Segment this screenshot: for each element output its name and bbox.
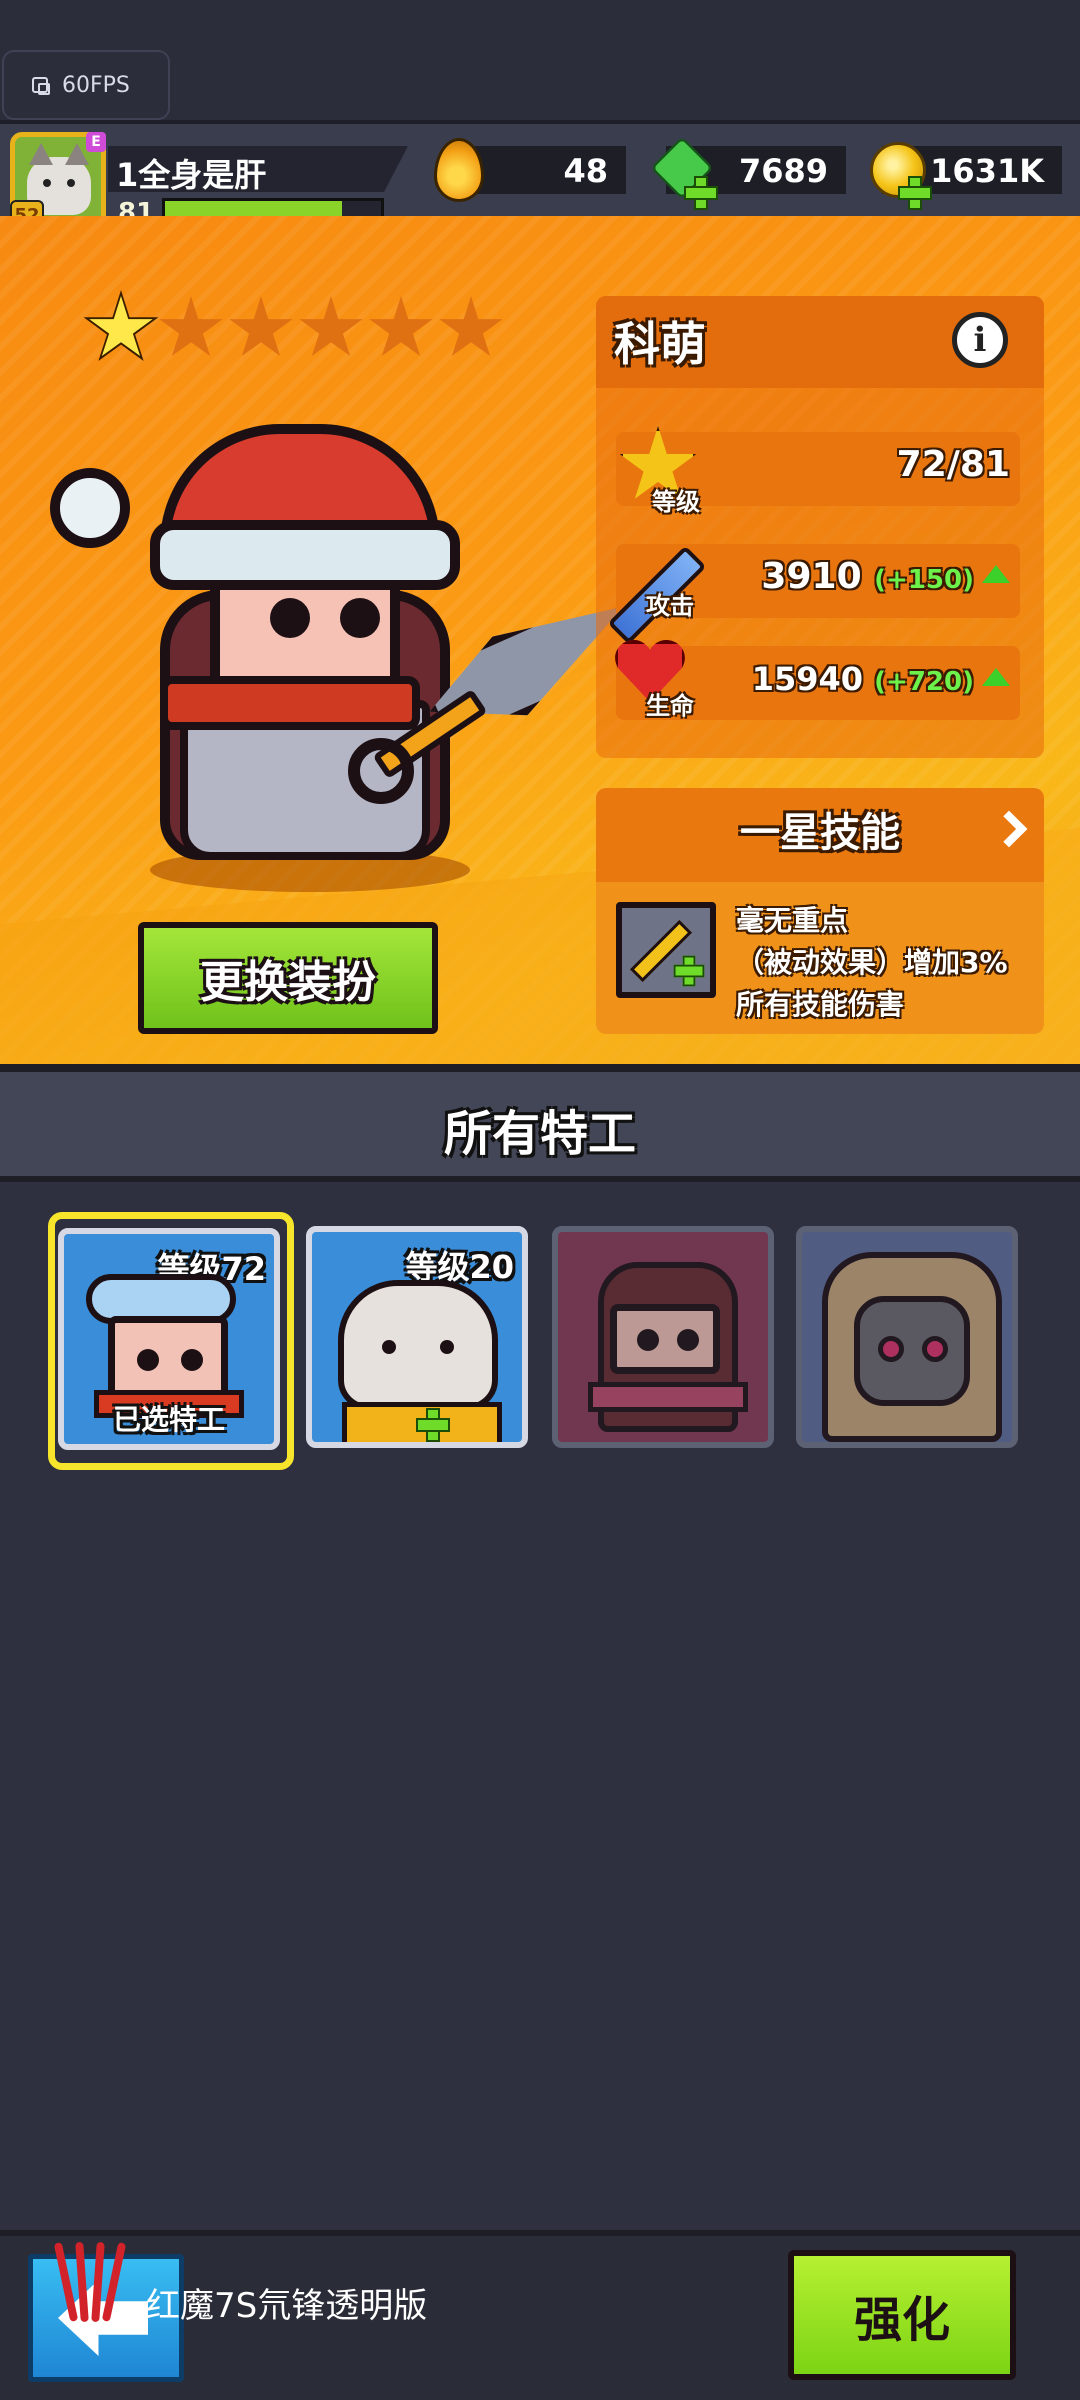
coin-value: 1631K [930, 152, 1044, 190]
enhance-button[interactable]: 强化 [788, 2250, 1016, 2380]
selected-agent-label: 已选特工 [112, 1403, 225, 1436]
fps-indicator: 60FPS [2, 50, 170, 120]
hero-name: 科萌 [614, 317, 706, 371]
santa-hat-brim [150, 520, 460, 590]
santa-hat-pompom [50, 468, 130, 548]
add-coins-icon[interactable] [898, 176, 932, 210]
energy-value: 48 [563, 152, 608, 190]
hp-up-arrow-icon [982, 668, 1010, 686]
fps-label: 60FPS [62, 72, 130, 98]
agent-scarf [588, 1382, 748, 1412]
agent-card-selected[interactable]: 等级72 已选特工 [58, 1228, 280, 1450]
skill-title: 一星技能 [740, 810, 900, 856]
skill-description: 毫无重点 （被动效果）增加3% 所有技能伤害 [736, 900, 1036, 1026]
attack-stat: 3910 (+150) [761, 556, 1010, 597]
gem-value: 7689 [738, 152, 828, 190]
agent-card-locked[interactable] [796, 1226, 1018, 1448]
avatar-tag-badge: E [86, 132, 106, 152]
player-name: 1全身是肝 [116, 156, 267, 194]
agent-card[interactable]: 等级20 [306, 1226, 528, 1448]
skill-desc-line: 毫无重点 [736, 904, 849, 937]
level-value: 72/81 [896, 444, 1010, 485]
agents-section-title: 所有特工 [443, 1106, 636, 1162]
attack-label: 攻击 [646, 592, 694, 620]
kunai-ring [348, 738, 414, 804]
hp-stat: 15940 (+720) [752, 660, 1010, 698]
redmagic-logo-icon [53, 2241, 127, 2332]
change-outfit-button[interactable]: 更换装扮 [138, 922, 438, 1034]
agent-face [610, 1304, 720, 1374]
hp-value: 15940 [751, 660, 864, 698]
character-eye [270, 598, 310, 638]
unlock-plus-icon [416, 1408, 450, 1442]
cat-agent-icon [338, 1280, 498, 1410]
info-icon[interactable]: i [952, 312, 1008, 368]
attack-bonus: (+150) [874, 565, 974, 595]
hero-panel-border [0, 1064, 1080, 1072]
character-eye [340, 598, 380, 638]
attack-up-arrow-icon [982, 565, 1010, 583]
skill-sword-icon[interactable] [616, 902, 716, 998]
attack-value: 3910 [761, 556, 862, 597]
skill-desc-line: 所有技能伤害 [736, 988, 905, 1021]
hp-label: 生命 [646, 692, 694, 720]
agent-card-locked[interactable] [552, 1226, 774, 1448]
hp-bonus: (+720) [874, 667, 974, 697]
device-toast: 红魔7S氘锋透明版 [146, 2286, 428, 2326]
add-gems-icon[interactable] [684, 176, 718, 210]
gas-mask-icon [854, 1296, 970, 1406]
character-scarf [160, 676, 420, 730]
skill-desc-line: （被动效果）增加3% [736, 946, 1008, 979]
fps-icon [32, 77, 50, 95]
level-label: 等级 [652, 488, 700, 516]
